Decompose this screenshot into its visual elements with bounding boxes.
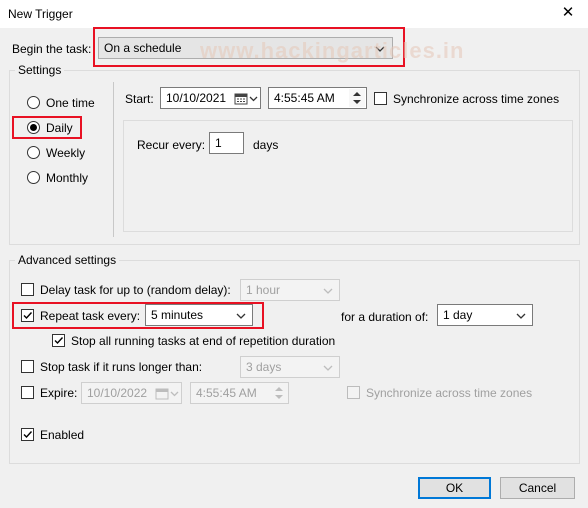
chevron-down-icon[interactable] (249, 93, 258, 105)
expire-sync-checkbox[interactable] (347, 386, 360, 399)
expire-checkbox[interactable] (21, 386, 34, 399)
start-label: Start: (125, 92, 154, 106)
radio-one-time[interactable] (27, 96, 40, 109)
settings-divider (113, 82, 114, 237)
start-time-value: 4:55:45 AM (274, 91, 335, 105)
recur-input[interactable]: 1 (209, 132, 244, 154)
watermark: www.hackingarticles.in (200, 38, 465, 63)
chevron-down-icon (323, 365, 333, 371)
radio-monthly-label[interactable]: Monthly (46, 170, 88, 186)
advanced-settings-title: Advanced settings (15, 252, 120, 268)
repeat-checkbox[interactable] (21, 309, 34, 322)
sync-time-zones-checkbox[interactable] (374, 92, 387, 105)
recur-value: 1 (215, 136, 222, 150)
checkmark-icon (23, 431, 33, 439)
chevron-down-icon (236, 313, 246, 319)
recur-unit: days (253, 138, 279, 152)
start-date-value: 10/10/2021 (166, 91, 227, 105)
chevron-down-icon (516, 313, 526, 319)
begin-task-label: Begin the task: (12, 42, 92, 56)
expire-date-value: 10/10/2022 (87, 386, 148, 400)
start-time-field[interactable]: 4:55:45 AM (268, 87, 367, 109)
repeat-interval-value: 5 minutes (151, 308, 204, 322)
duration-label: for a duration of: (341, 310, 429, 324)
cancel-button[interactable]: Cancel (500, 477, 575, 499)
radio-daily-label[interactable]: Daily (46, 120, 73, 136)
stop-longer-checkbox[interactable] (21, 360, 34, 373)
expire-label[interactable]: Expire: (40, 385, 77, 401)
stop-running-checkbox[interactable] (52, 334, 65, 347)
radio-one-time-label[interactable]: One time (46, 95, 95, 111)
calendar-icon[interactable] (155, 387, 169, 400)
checkmark-icon (23, 312, 33, 320)
radio-weekly-label[interactable]: Weekly (46, 145, 85, 161)
enabled-checkbox[interactable] (21, 428, 34, 441)
chevron-down-icon (323, 288, 333, 294)
expire-sync-label[interactable]: Synchronize across time zones (366, 385, 532, 401)
recur-label: Recur every: (137, 138, 206, 152)
repeat-label[interactable]: Repeat task every: (40, 308, 140, 324)
stop-longer-label[interactable]: Stop task if it runs longer than: (40, 359, 202, 375)
delay-value: 1 hour (246, 283, 281, 297)
window-title: New Trigger (8, 7, 73, 21)
chevron-down-icon[interactable] (170, 388, 179, 400)
stop-running-label[interactable]: Stop all running tasks at end of repetit… (71, 333, 335, 349)
radio-monthly[interactable] (27, 171, 40, 184)
ok-button[interactable]: OK (418, 477, 491, 499)
stop-longer-dropdown[interactable]: 3 days (240, 356, 340, 378)
repeat-interval-dropdown[interactable]: 5 minutes (145, 304, 253, 326)
expire-time-value: 4:55:45 AM (196, 386, 257, 400)
calendar-icon[interactable] (234, 92, 248, 105)
duration-value: 1 day (443, 308, 473, 322)
start-date-picker[interactable]: 10/10/2021 (160, 87, 261, 109)
title-bar (0, 0, 588, 28)
stop-longer-value: 3 days (246, 360, 282, 374)
checkmark-icon (54, 337, 64, 345)
enabled-label[interactable]: Enabled (40, 427, 84, 443)
close-icon[interactable]: ✕ (556, 3, 580, 23)
expire-time-field[interactable]: 4:55:45 AM (190, 382, 289, 404)
radio-weekly[interactable] (27, 146, 40, 159)
delay-checkbox[interactable] (21, 283, 34, 296)
spinner-icon[interactable] (271, 384, 287, 402)
delay-dropdown[interactable]: 1 hour (240, 279, 340, 301)
begin-task-value: On a schedule (104, 41, 182, 55)
duration-dropdown[interactable]: 1 day (437, 304, 533, 326)
delay-label[interactable]: Delay task for up to (random delay): (40, 282, 231, 298)
settings-group-title: Settings (15, 62, 65, 78)
sync-time-zones-label[interactable]: Synchronize across time zones (393, 91, 559, 107)
spinner-icon[interactable] (349, 89, 365, 107)
expire-date-picker[interactable]: 10/10/2022 (81, 382, 182, 404)
radio-daily[interactable] (27, 121, 40, 134)
